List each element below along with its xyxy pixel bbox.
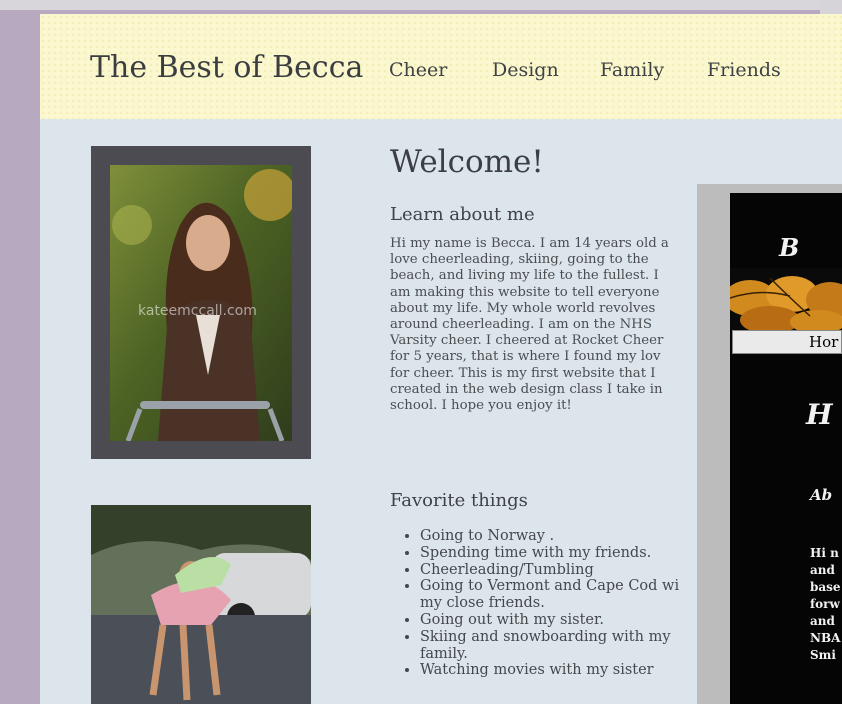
overlay-subheading: Ab [810, 486, 833, 504]
list-item: Spending time with my friends. [420, 545, 730, 562]
nav-family[interactable]: Family [600, 59, 664, 81]
list-item: Going to Vermont and Cape Cod wi my clos… [420, 578, 730, 612]
list-item: Cheerleading/Tumbling [420, 562, 730, 579]
overlay-nav-bar[interactable]: Hor [732, 330, 842, 354]
welcome-heading: Welcome! [390, 144, 544, 180]
overlay-title: B [779, 233, 800, 262]
list-item: Going to Norway . [420, 528, 730, 545]
site-title[interactable]: The Best of Becca [90, 50, 363, 85]
overlay-page: B Hor H Ab Hi n and base forw and NBA Sm… [730, 193, 842, 704]
window-top-edge [0, 0, 842, 10]
overlay-text: Hi n and base forw and NBA Smi [810, 546, 841, 662]
nav-cheer[interactable]: Cheer [389, 59, 447, 81]
friends-photo [91, 505, 311, 704]
portrait-photo: kateemccall.com [110, 165, 292, 441]
favorites-list: Going to Norway . Spending time with my … [392, 528, 730, 679]
about-text: Hi my name is Becca. I am 14 years old a… [390, 236, 669, 414]
list-item: Going out with my sister. [420, 612, 730, 629]
overlay-heading: H [806, 398, 833, 431]
list-item: Skiing and snowboarding with my family. [420, 629, 730, 663]
overlay-screenshot: B Hor H Ab Hi n and base forw and NBA Sm… [697, 184, 842, 704]
overlay-nav-home[interactable]: Hor [809, 333, 838, 351]
portrait-photo-frame: kateemccall.com [91, 146, 311, 459]
site-header: The Best of Becca Cheer Design Family Fr… [40, 14, 842, 119]
nav-friends[interactable]: Friends [707, 59, 781, 81]
basketballs-banner [730, 268, 842, 330]
about-heading: Learn about me [390, 204, 535, 225]
favorites-heading: Favorite things [390, 490, 528, 511]
list-item: Watching movies with my sister [420, 662, 730, 679]
nav-design[interactable]: Design [492, 59, 559, 81]
photo-watermark: kateemccall.com [138, 303, 257, 319]
